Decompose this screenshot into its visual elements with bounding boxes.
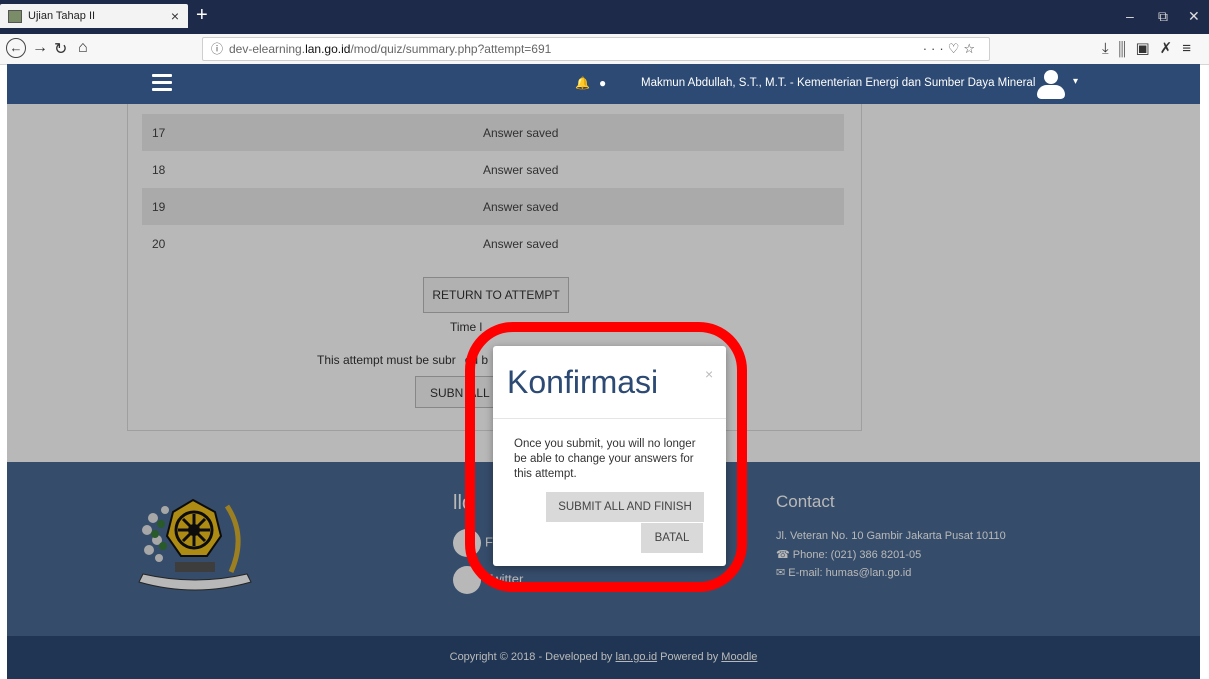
reload-icon[interactable]: ↻ xyxy=(54,39,67,59)
url-text: dev-elearning.lan.go.id/mod/quiz/summary… xyxy=(229,42,552,56)
user-menu-caret-icon[interactable]: ▾ xyxy=(1073,76,1078,87)
site-favicon-icon xyxy=(8,9,22,23)
browser-tab-strip: Ujian Tahap II × + – ⧉ ✕ xyxy=(0,0,1209,34)
home-icon[interactable]: ⌂ xyxy=(78,39,88,57)
highlight-annotation xyxy=(465,322,747,592)
close-window-icon[interactable]: ✕ xyxy=(1188,8,1200,25)
notification-bell-icon[interactable]: 🔔 xyxy=(575,76,590,90)
tab-close-icon[interactable]: × xyxy=(166,8,184,24)
site-header: 🔔 ● Makmun Abdullah, S.T., M.T. - Kement… xyxy=(7,64,1200,104)
tab-title: Ujian Tahap II xyxy=(28,10,96,22)
browser-tab[interactable]: Ujian Tahap II × xyxy=(0,4,188,28)
toolbar-icons[interactable]: ⤓⫼▣✗≡ xyxy=(1102,39,1201,57)
browser-navbar: ← → ↻ ⌂ ⓘ dev-elearning.lan.go.id/mod/qu… xyxy=(0,34,1209,65)
url-bar[interactable]: ⓘ dev-elearning.lan.go.id/mod/quiz/summa… xyxy=(202,37,990,61)
site-info-icon[interactable]: ⓘ xyxy=(211,38,223,60)
message-icon[interactable]: ● xyxy=(599,76,606,90)
minimize-icon[interactable]: – xyxy=(1126,8,1134,24)
forward-icon[interactable]: → xyxy=(32,39,48,57)
back-icon[interactable]: ← xyxy=(6,38,26,58)
user-name[interactable]: Makmun Abdullah, S.T., M.T. - Kementeria… xyxy=(641,77,1035,89)
page-actions-icon[interactable]: ···♡☆ xyxy=(923,38,979,60)
restore-icon[interactable]: ⧉ xyxy=(1158,8,1168,25)
avatar[interactable] xyxy=(1035,68,1067,100)
new-tab-button[interactable]: + xyxy=(196,3,208,27)
menu-toggle-icon[interactable] xyxy=(152,74,172,95)
